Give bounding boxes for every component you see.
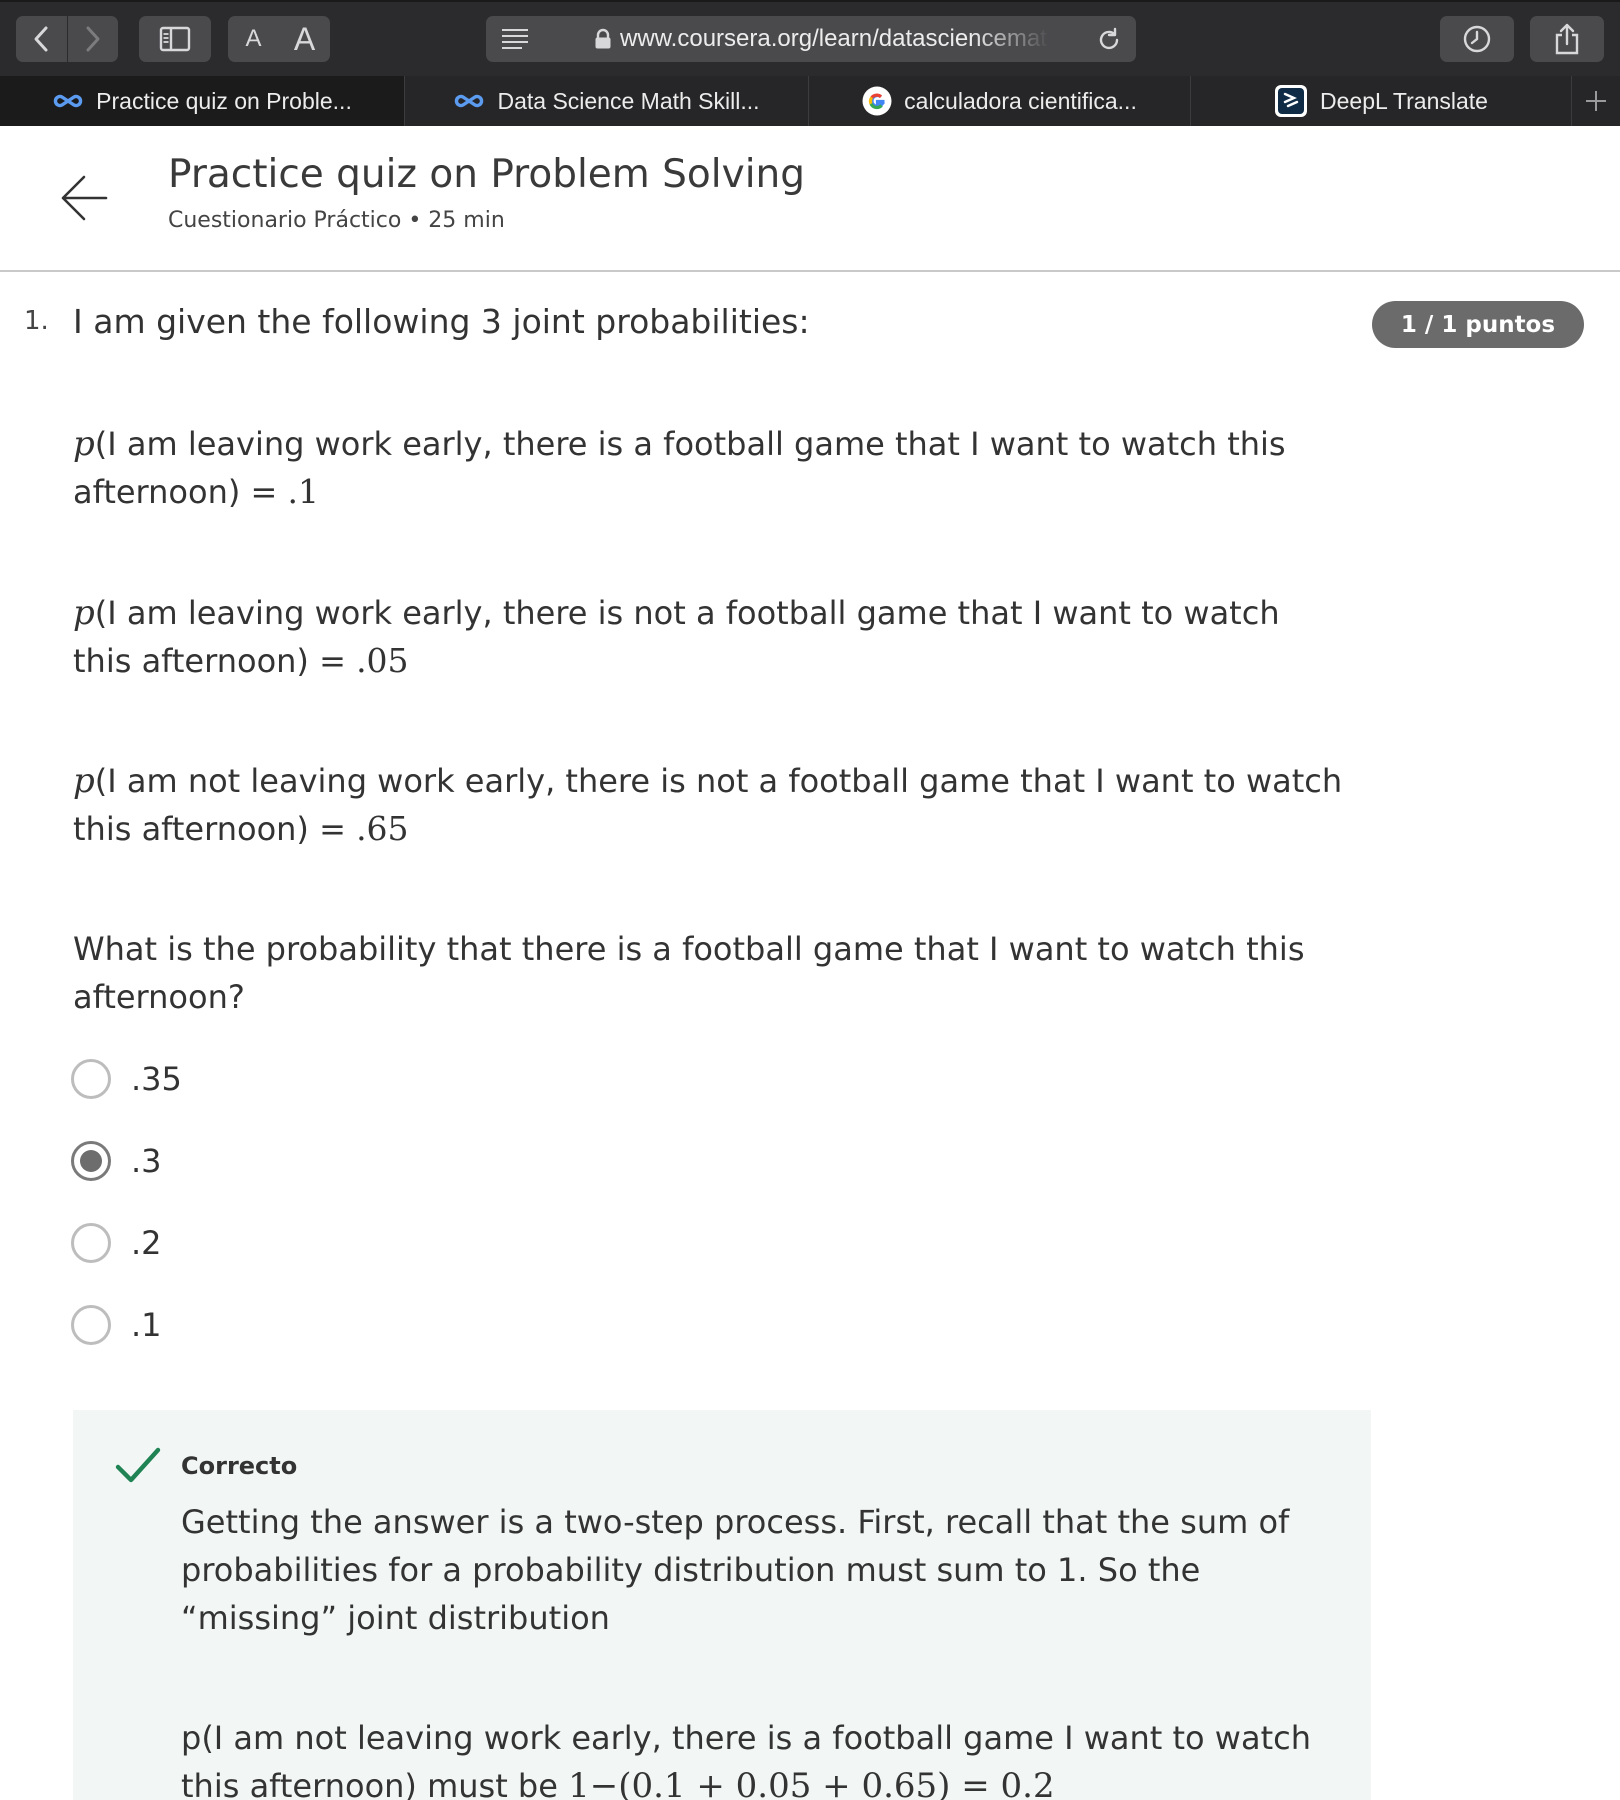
tab-label: DeepL Translate (1320, 87, 1488, 114)
new-tab-button[interactable] (1572, 76, 1620, 126)
score-badge: 1 / 1 puntos (1372, 301, 1584, 348)
probability-symbol: p (73, 593, 95, 633)
option-label[interactable]: .35 (131, 1060, 182, 1098)
chevron-left-icon (34, 26, 48, 52)
text-smaller-button[interactable]: A (228, 16, 279, 62)
radio-button-checked[interactable] (71, 1141, 111, 1181)
history-button[interactable] (1440, 16, 1514, 62)
coursera-icon (455, 94, 484, 108)
probability-statement: p(I am leaving work early, there is a fo… (73, 420, 1403, 516)
clock-icon (1463, 25, 1491, 53)
probability-text: (I am leaving work early, there is not a… (73, 594, 1280, 680)
feedback-panel: Correcto Getting the answer is a two-ste… (73, 1410, 1371, 1800)
tab-label: Practice quiz on Proble... (96, 87, 352, 114)
answer-option[interactable]: .35 (71, 1058, 182, 1100)
probability-symbol: p (73, 761, 95, 801)
radio-button[interactable] (71, 1059, 111, 1099)
probability-value: .1 (287, 472, 320, 511)
back-button[interactable] (16, 16, 67, 62)
probability-value: .05 (356, 641, 409, 680)
page-subtitle: Cuestionario Práctico • 25 min (168, 208, 505, 233)
chevron-right-icon (86, 26, 100, 52)
question-prompt: I am given the following 3 joint probabi… (73, 302, 810, 341)
navigation-buttons (16, 16, 118, 62)
probability-text: (I am leaving work early, there is a foo… (73, 425, 1286, 511)
coursera-icon (53, 94, 83, 108)
tab-label: Data Science Math Skill... (497, 87, 760, 114)
probability-statement: p(I am not leaving work early, there is … (73, 757, 1403, 853)
tab-strip: Practice quiz on Proble... Data Science … (0, 76, 1620, 126)
feedback-status: Correcto (181, 1452, 298, 1480)
feedback-detail: p(I am not leaving work early, there is … (181, 1714, 1311, 1800)
probability-statement: p(I am leaving work early, there is not … (73, 589, 1333, 685)
share-icon (1555, 23, 1579, 55)
url-text[interactable]: www.coursera.org/learn/datasciencemathsk… (620, 25, 1050, 53)
tab-calculadora[interactable]: calculadora cientifica... (809, 76, 1191, 126)
checkmark-icon (115, 1447, 161, 1483)
tab-deepl[interactable]: DeepL Translate (1191, 76, 1572, 126)
deepl-icon (1275, 85, 1308, 117)
probability-symbol: p (73, 424, 95, 464)
option-label[interactable]: .2 (131, 1224, 162, 1262)
reload-icon[interactable] (1096, 27, 1122, 53)
google-icon (862, 86, 892, 116)
tab-label: calculadora cientifica... (904, 87, 1137, 114)
option-label[interactable]: .1 (131, 1306, 162, 1344)
lock-icon (595, 28, 611, 49)
quiz-header: Practice quiz on Problem Solving Cuestio… (0, 126, 1620, 272)
text-larger-button[interactable]: A (279, 16, 330, 62)
tab-data-science-math[interactable]: Data Science Math Skill... (405, 76, 809, 126)
tab-practice-quiz[interactable]: Practice quiz on Proble... (0, 76, 405, 126)
browser-toolbar: A A www.coursera.org/learn/datasciencema… (0, 0, 1620, 76)
answer-option[interactable]: .1 (71, 1304, 162, 1346)
probability-text: (I am not leaving work early, there is n… (73, 762, 1343, 848)
radio-button[interactable] (71, 1223, 111, 1263)
share-button[interactable] (1530, 16, 1604, 62)
option-label[interactable]: .3 (131, 1142, 162, 1180)
feedback-explanation: Getting the answer is a two-step process… (181, 1503, 1290, 1637)
answer-option-selected[interactable]: .3 (71, 1140, 162, 1182)
probability-value: .65 (356, 809, 409, 848)
page-title: Practice quiz on Problem Solving (168, 152, 806, 197)
forward-button[interactable] (67, 16, 118, 62)
sidebar-button[interactable] (139, 16, 211, 62)
feedback-math: 1−(0.1 + 0.05 + 0.65) = 0.2 (568, 1766, 1055, 1800)
address-bar[interactable]: www.coursera.org/learn/datasciencemathsk… (486, 16, 1136, 62)
text-size-buttons: A A (228, 16, 330, 62)
question-ask: What is the probability that there is a … (73, 930, 1305, 1016)
reader-view-icon[interactable] (500, 27, 530, 51)
question-number: 1. (24, 306, 49, 336)
back-arrow-icon[interactable] (58, 172, 110, 224)
sidebar-icon (159, 26, 191, 52)
plus-icon (1586, 91, 1606, 111)
answer-option[interactable]: .2 (71, 1222, 162, 1264)
radio-button[interactable] (71, 1305, 111, 1345)
